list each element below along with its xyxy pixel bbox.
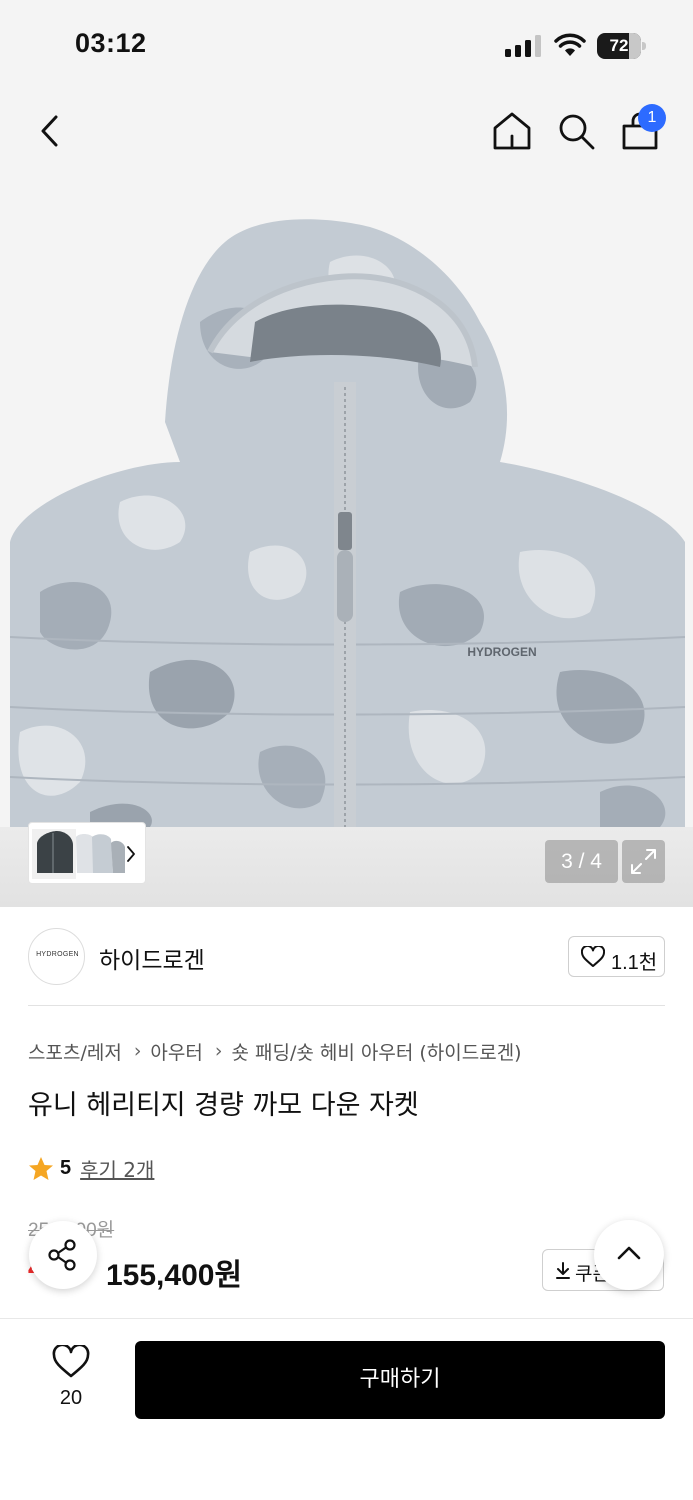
battery-percent: 72	[609, 36, 629, 55]
scroll-to-top-button[interactable]	[594, 1220, 664, 1290]
rating-value: 5	[60, 1156, 72, 1179]
product-image-gallery[interactable]: HYDROGEN	[0, 172, 693, 907]
heart-icon	[581, 946, 605, 967]
search-icon[interactable]	[554, 108, 598, 154]
review-link[interactable]: 후기 2개	[80, 1154, 154, 1183]
chevron-right-icon	[127, 846, 135, 862]
download-icon	[556, 1262, 570, 1279]
rating-row: 5 후기 2개	[28, 1153, 154, 1183]
bottom-action-bar: 20 구매하기	[0, 1318, 693, 1500]
heart-icon	[52, 1345, 90, 1378]
breadcrumb-separator-icon: ›	[214, 1040, 223, 1062]
app-header	[0, 92, 693, 172]
brand-like-button[interactable]: 1.1천	[568, 936, 665, 977]
wishlist-count: 20	[59, 1387, 83, 1409]
brand-row[interactable]: HYDROGEN 하이드로겐 1.1천	[28, 928, 665, 1006]
thumbnail-images	[32, 829, 135, 879]
back-icon[interactable]	[30, 108, 70, 154]
expand-icon[interactable]	[622, 840, 665, 883]
battery-indicator: 72	[597, 33, 647, 59]
cellular-signal-icon	[505, 35, 541, 57]
product-jacket-image: HYDROGEN	[10, 219, 685, 832]
brand-like-count: 1.1천	[611, 952, 658, 974]
share-button[interactable]	[29, 1221, 97, 1289]
status-bar: 03:12 72	[0, 0, 693, 92]
brand-name[interactable]: 하이드로겐	[99, 941, 205, 975]
battery-tip	[642, 42, 646, 50]
sale-price: 155,400원	[106, 1259, 243, 1292]
category-breadcrumb: 스포츠/레저 › 아우터 › 숏 패딩/숏 헤비 아우터 (하이드로겐)	[28, 1037, 522, 1065]
breadcrumb-item[interactable]: 아우터	[150, 1038, 202, 1065]
status-time: 03:12	[75, 28, 147, 58]
home-icon[interactable]	[490, 108, 534, 154]
share-icon	[48, 1239, 76, 1271]
breadcrumb-item[interactable]: 스포츠/레저	[28, 1038, 122, 1065]
wifi-icon	[554, 33, 586, 56]
wishlist-button[interactable]: 20	[40, 1345, 102, 1415]
product-title: 유니 헤리티지 경량 까모 다운 자켓	[28, 1090, 419, 1121]
breadcrumb-separator-icon: ›	[133, 1040, 142, 1062]
image-counter: 3 / 4	[545, 840, 618, 883]
cart-count-badge: 1	[638, 104, 666, 132]
chevron-up-icon	[617, 1246, 641, 1260]
jacket-logo-text: HYDROGEN	[467, 645, 536, 659]
buy-button[interactable]: 구매하기	[135, 1341, 665, 1419]
breadcrumb-item[interactable]: 숏 패딩/숏 헤비 아우터 (하이드로겐)	[231, 1038, 521, 1065]
star-icon	[29, 1156, 53, 1180]
thumbnail-strip[interactable]	[28, 822, 146, 884]
brand-logo-text: HYDROGEN	[36, 951, 79, 958]
brand-logo[interactable]: HYDROGEN	[28, 928, 85, 985]
